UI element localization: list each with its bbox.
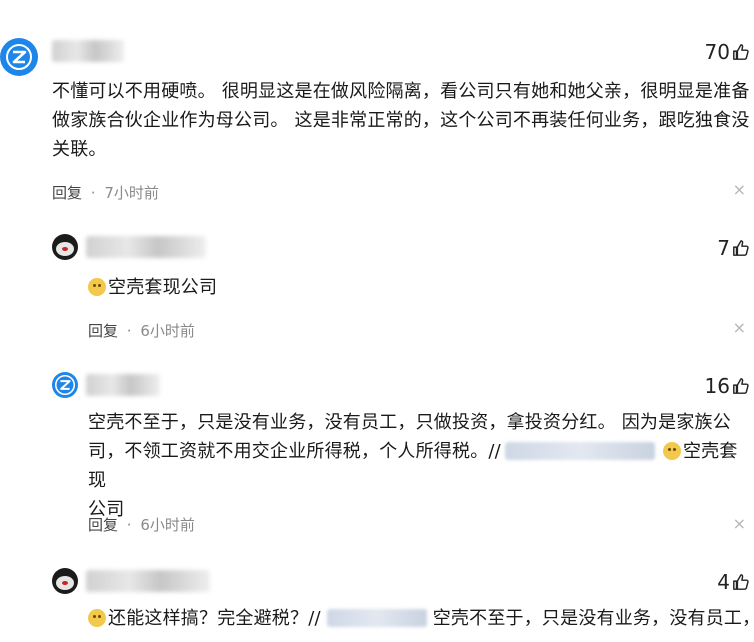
- separator: ·: [126, 516, 132, 534]
- user-avatar[interactable]: [52, 372, 78, 398]
- doge-emoji-icon: [88, 278, 106, 296]
- like-count: 4: [717, 570, 730, 594]
- separator: ·: [126, 322, 132, 340]
- like-count: 70: [704, 40, 730, 64]
- text-line: 空壳套现公司: [108, 277, 218, 298]
- reply-button[interactable]: 回复: [88, 322, 118, 340]
- comment-2: 7 空壳套现公司 回复 · 6小时前 ×: [0, 222, 754, 352]
- smile-emoji-icon: [88, 609, 106, 627]
- username-blurred[interactable]: [52, 40, 124, 62]
- comment-text: 空壳套现公司: [88, 273, 217, 302]
- thumbs-up-icon: [733, 240, 749, 256]
- like-button[interactable]: 16: [705, 374, 750, 398]
- text-line: 司，不领工资就不用交企业所得税，个人所得税。//空壳套现: [88, 441, 738, 491]
- comment-meta: 回复 · 6小时前: [88, 514, 195, 535]
- like-count: 7: [717, 236, 730, 260]
- comment-4: 4 还能这样搞？完全避税？//空壳不至于，只是没有业务，没有员工，: [0, 560, 754, 642]
- text-line: 不懂可以不用硬喷。 很明显这是在做风险隔离，看公司只有她和她父亲，很明显是准备: [52, 81, 750, 102]
- doge-emoji-icon: [662, 442, 681, 460]
- timestamp: 6小时前: [140, 516, 195, 534]
- like-button[interactable]: 7: [717, 236, 750, 260]
- zhihu-z-icon: [55, 375, 75, 395]
- username-blurred[interactable]: [86, 374, 160, 396]
- reply-button[interactable]: 回复: [88, 516, 118, 534]
- text-line: 做家族合伙企业作为母公司。 这是非常正常的，这个公司不再装任何业务，跟吃独食没: [52, 110, 750, 131]
- comment-text: 不懂可以不用硬喷。 很明显这是在做风险隔离，看公司只有她和她父亲，很明显是准备 …: [52, 77, 752, 164]
- reply-button[interactable]: 回复: [52, 184, 82, 202]
- timestamp: 7小时前: [104, 184, 159, 202]
- comment-1: 70 不懂可以不用硬喷。 很明显这是在做风险隔离，看公司只有她和她父亲，很明显是…: [0, 0, 754, 220]
- timestamp: 6小时前: [140, 322, 195, 340]
- separator: ·: [90, 184, 96, 202]
- comment-meta: 回复 · 6小时前: [88, 320, 195, 341]
- comment-3: 16 空壳不至于，只是没有业务，没有员工，只做投资，拿投资分红。 因为是家族公 …: [0, 366, 754, 566]
- comment-meta: 回复 · 7小时前: [52, 182, 159, 203]
- thumbs-up-icon: [733, 44, 749, 60]
- comment-text: 空壳不至于，只是没有业务，没有员工，只做投资，拿投资分红。 因为是家族公 司，不…: [88, 408, 752, 524]
- thumbs-up-icon: [733, 574, 749, 590]
- mention-blurred[interactable]: [326, 609, 427, 627]
- like-button[interactable]: 4: [717, 570, 750, 594]
- username-blurred[interactable]: [86, 570, 210, 592]
- like-button[interactable]: 70: [705, 40, 750, 64]
- user-avatar[interactable]: [0, 38, 38, 76]
- bear-avatar-icon[interactable]: [52, 568, 78, 594]
- like-count: 16: [704, 374, 730, 398]
- close-icon[interactable]: ×: [733, 180, 746, 199]
- comment-text: 还能这样搞？完全避税？//空壳不至于，只是没有业务，没有员工，: [88, 604, 754, 633]
- bear-avatar-icon[interactable]: [52, 234, 78, 260]
- close-icon[interactable]: ×: [733, 318, 746, 337]
- mention-blurred[interactable]: [504, 442, 655, 460]
- close-icon[interactable]: ×: [733, 514, 746, 533]
- zhihu-z-icon: [6, 44, 32, 70]
- text-line: 空壳不至于，只是没有业务，没有员工，只做投资，拿投资分红。 因为是家族公: [88, 412, 731, 433]
- thumbs-up-icon: [733, 378, 749, 394]
- username-blurred[interactable]: [86, 236, 206, 258]
- text-line: 关联。: [52, 139, 107, 160]
